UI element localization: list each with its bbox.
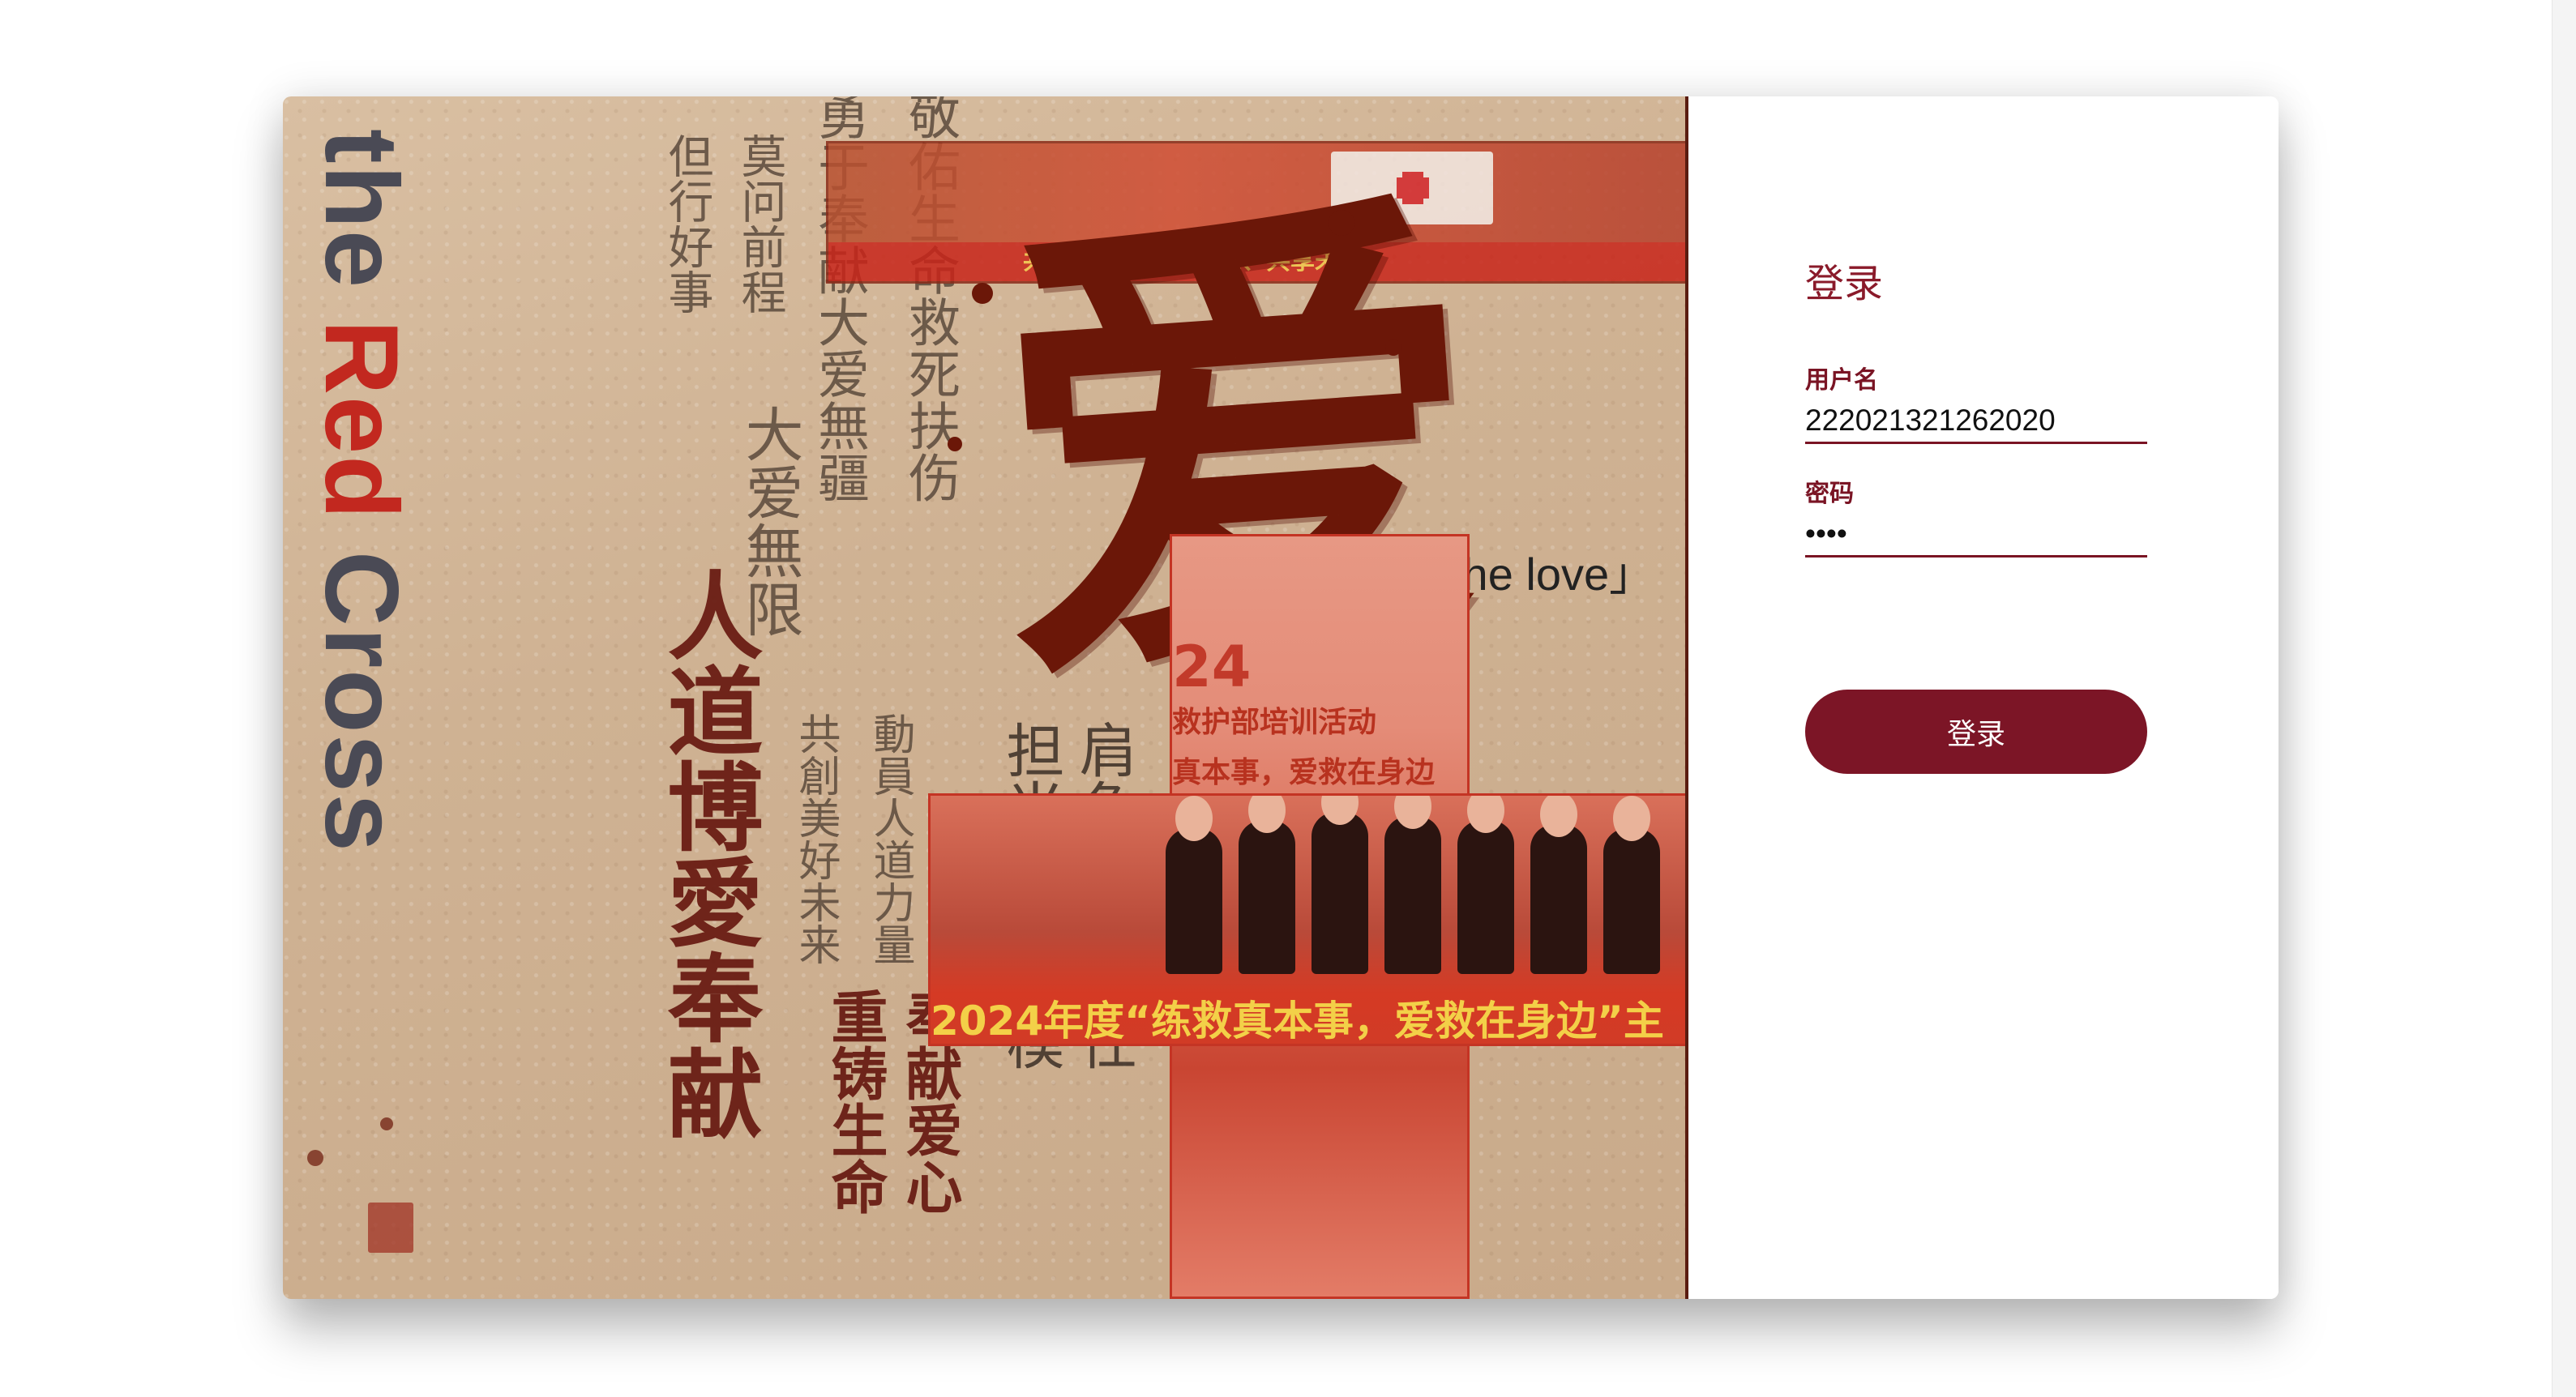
calligraphy-column: 但行好事	[661, 133, 713, 314]
the-red-cross-title: the Red Cross	[303, 129, 419, 853]
person-figure	[1530, 824, 1587, 974]
username-input[interactable]	[1805, 399, 2147, 444]
ink-splatter	[307, 1150, 323, 1166]
calligraphy-column: 重铸生命	[822, 988, 889, 1215]
username-label: 用户名	[1805, 366, 1878, 395]
seal-stamp	[368, 1203, 413, 1253]
ink-splatter	[948, 437, 962, 451]
person-figure	[1384, 816, 1441, 974]
red-cross-photo-horizontal: 2024年度“练救真本事，爱救在身边”主	[928, 793, 1688, 1046]
ink-splatter	[972, 283, 993, 304]
person-figure	[1457, 820, 1514, 974]
person-figure	[1312, 812, 1368, 974]
cross-slogan-bottom: 2024年度“练救真本事，爱救在身边”主	[931, 998, 1664, 1045]
calligraphy-column: 莫问前程	[734, 133, 786, 314]
password-label: 密码	[1805, 480, 1854, 508]
login-button[interactable]: 登录	[1805, 690, 2147, 774]
cross-caption-text: 救护部培训活动	[1172, 706, 1377, 739]
person-figure	[1603, 828, 1660, 974]
login-panel: 登录 用户名 密码 登录	[1688, 96, 2279, 1299]
calligraphy-column: 動員人道力量	[866, 712, 914, 965]
calligraphy-column: 共創美好未来	[791, 712, 840, 965]
person-head	[1540, 796, 1577, 837]
red-cross-poster: the Red Cross 但行好事 莫问前程 勇于奉献大爱無疆 敬佑生命救死扶…	[283, 96, 1688, 1299]
calligraphy-column: 人道博愛奉献	[651, 566, 764, 1140]
person-figure	[1239, 820, 1295, 974]
person-head	[1175, 796, 1213, 841]
ink-splatter	[1385, 340, 1401, 356]
cross-year-text: 24	[1172, 634, 1252, 700]
password-input[interactable]	[1805, 512, 2147, 558]
login-card: the Red Cross 但行好事 莫问前程 勇于奉献大爱無疆 敬佑生命救死扶…	[283, 96, 2279, 1299]
person-head	[1613, 796, 1650, 841]
login-title: 登录	[1805, 261, 1884, 306]
cross-slogan-top: 真本事，爱救在身边	[1172, 756, 1436, 789]
page-scrollbar[interactable]	[2552, 0, 2576, 1397]
ink-splatter	[380, 1117, 393, 1130]
person-figure	[1166, 828, 1222, 974]
ink-splatter	[1329, 210, 1354, 236]
